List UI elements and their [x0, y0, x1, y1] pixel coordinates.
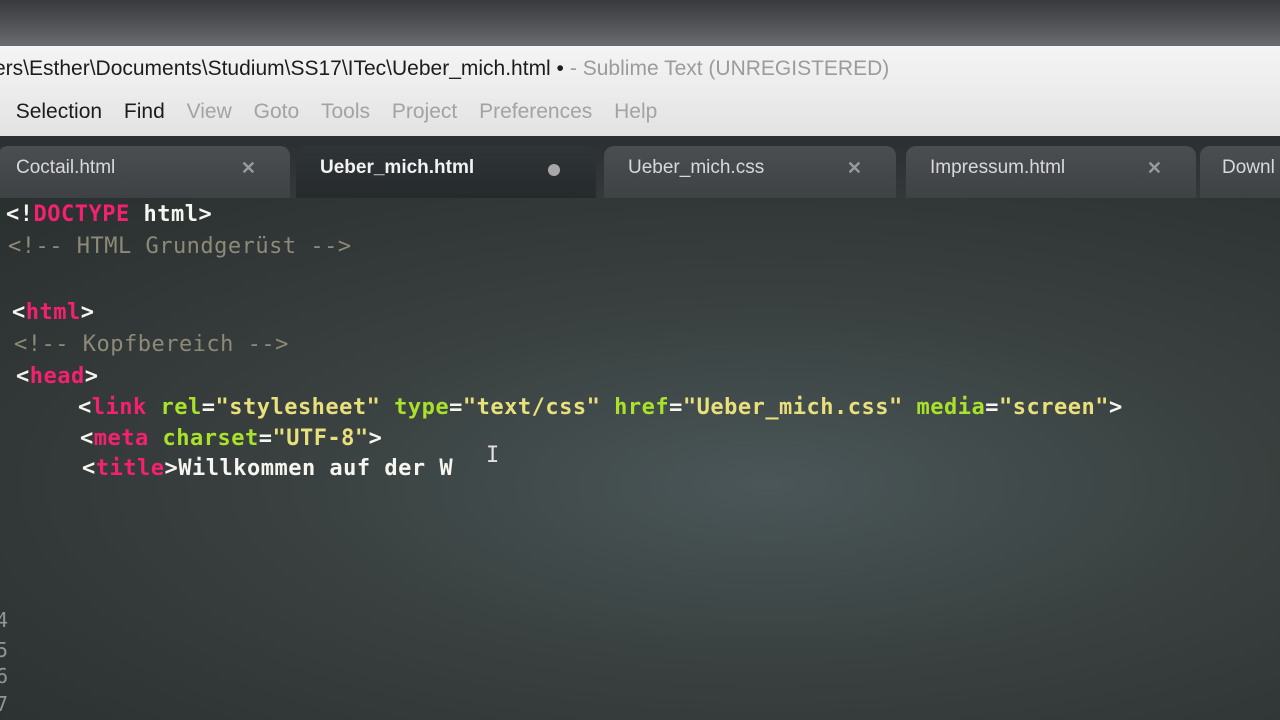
menu-view[interactable]: View	[187, 92, 232, 132]
close-icon[interactable]: ✕	[847, 146, 862, 190]
tab-label: Ueber_mich.css	[628, 157, 765, 178]
code-token: meta	[93, 426, 149, 451]
tab-downloads[interactable]: Downl	[1200, 146, 1280, 198]
code-token: "Ueber_mich.css"	[682, 395, 903, 420]
window-title-path: ers\Esther\Documents\Studium\SS17\ITec\U…	[0, 57, 564, 80]
menu-preferences[interactable]: Preferences	[479, 92, 592, 132]
code-token: "screen"	[999, 395, 1109, 420]
tab-ueber-mich-html[interactable]: Ueber_mich.html	[296, 146, 596, 198]
line-number: 5	[0, 638, 9, 662]
close-icon[interactable]: ✕	[1147, 146, 1162, 190]
code-token: head	[29, 364, 85, 389]
code-token: href	[600, 395, 670, 420]
code-line-title: <title>Willkommen auf der W	[82, 456, 453, 481]
code-token: =	[985, 395, 999, 420]
menu-help[interactable]: Help	[614, 92, 657, 132]
tab-label: Ueber_mich.html	[320, 157, 475, 178]
code-token: <	[80, 426, 94, 451]
code-line-html-open: <html>	[12, 300, 94, 325]
code-token: link	[91, 395, 147, 420]
code-token: media	[902, 395, 986, 420]
code-line-head-open: <head>	[16, 364, 98, 389]
tab-ueber-mich-css[interactable]: Ueber_mich.css ✕	[604, 146, 896, 198]
code-line-doctype: <!DOCTYPE html>	[6, 202, 212, 227]
code-token: =	[669, 395, 683, 420]
code-token: html	[25, 300, 81, 325]
code-token: =	[258, 426, 273, 451]
tab-label: Downl	[1222, 157, 1275, 178]
line-number: 4	[0, 608, 9, 632]
code-token: type	[380, 395, 450, 420]
code-token: >	[80, 300, 95, 325]
tab-bar: Coctail.html ✕ Ueber_mich.html Ueber_mic…	[0, 136, 1280, 198]
line-number: 7	[0, 692, 9, 716]
monitor-bezel	[0, 0, 1280, 46]
menu-tools[interactable]: Tools	[321, 92, 370, 132]
code-token: "stylesheet"	[215, 395, 381, 420]
code-token: <!	[6, 202, 34, 227]
code-line-comment-grundgeruest: <!-- HTML Grundgerüst -->	[8, 234, 352, 259]
tab-label: Impressum.html	[930, 157, 1066, 178]
code-token: "text/css"	[462, 395, 601, 420]
line-number: 6	[0, 664, 9, 688]
code-token: Willkommen auf der W	[178, 456, 454, 481]
code-token: rel	[146, 395, 202, 420]
unsaved-dot-icon[interactable]	[548, 164, 560, 176]
menu-project[interactable]: Project	[392, 92, 457, 132]
code-token: <	[82, 456, 96, 481]
code-line-comment-kopfbereich: <!-- Kopfbereich -->	[14, 332, 289, 357]
code-line-meta: <meta charset="UTF-8">	[80, 426, 382, 451]
menu-goto[interactable]: Goto	[254, 92, 300, 132]
code-token: <	[16, 364, 30, 389]
text-cursor-icon: I	[486, 443, 500, 468]
code-token: charset	[148, 426, 259, 451]
code-line-link: <link rel="stylesheet" type="text/css" h…	[78, 395, 1123, 420]
line-gutter: 4 5 6 7	[0, 198, 26, 720]
window-titlebar: ers\Esther\Documents\Studium\SS17\ITec\U…	[0, 46, 1280, 92]
code-token: "UTF-8"	[272, 426, 369, 451]
tab-impressum-html[interactable]: Impressum.html ✕	[906, 146, 1196, 198]
window-title-app: - Sublime Text (UNREGISTERED)	[569, 57, 890, 80]
code-token: =	[449, 395, 463, 420]
code-token: =	[201, 395, 216, 420]
code-token: <	[12, 300, 26, 325]
code-token: >	[84, 364, 99, 389]
menu-find[interactable]: Find	[124, 92, 165, 132]
tab-label: Coctail.html	[16, 157, 116, 178]
close-icon[interactable]: ✕	[241, 146, 256, 190]
code-editor[interactable]: 4 5 6 7 <!DOCTYPE html> <!-- HTML Grundg…	[0, 198, 1280, 720]
code-token: >	[368, 426, 383, 451]
code-token: >	[1108, 395, 1123, 420]
menu-selection[interactable]: Selection	[16, 92, 102, 132]
code-token: >	[164, 456, 179, 481]
menu-bar: t Selection Find View Goto Tools Project…	[0, 92, 1280, 136]
code-token: html>	[129, 202, 213, 227]
tab-coctail-html[interactable]: Coctail.html ✕	[0, 146, 290, 198]
code-token: title	[95, 456, 165, 481]
code-token: DOCTYPE	[33, 202, 130, 227]
code-token: <	[78, 395, 92, 420]
